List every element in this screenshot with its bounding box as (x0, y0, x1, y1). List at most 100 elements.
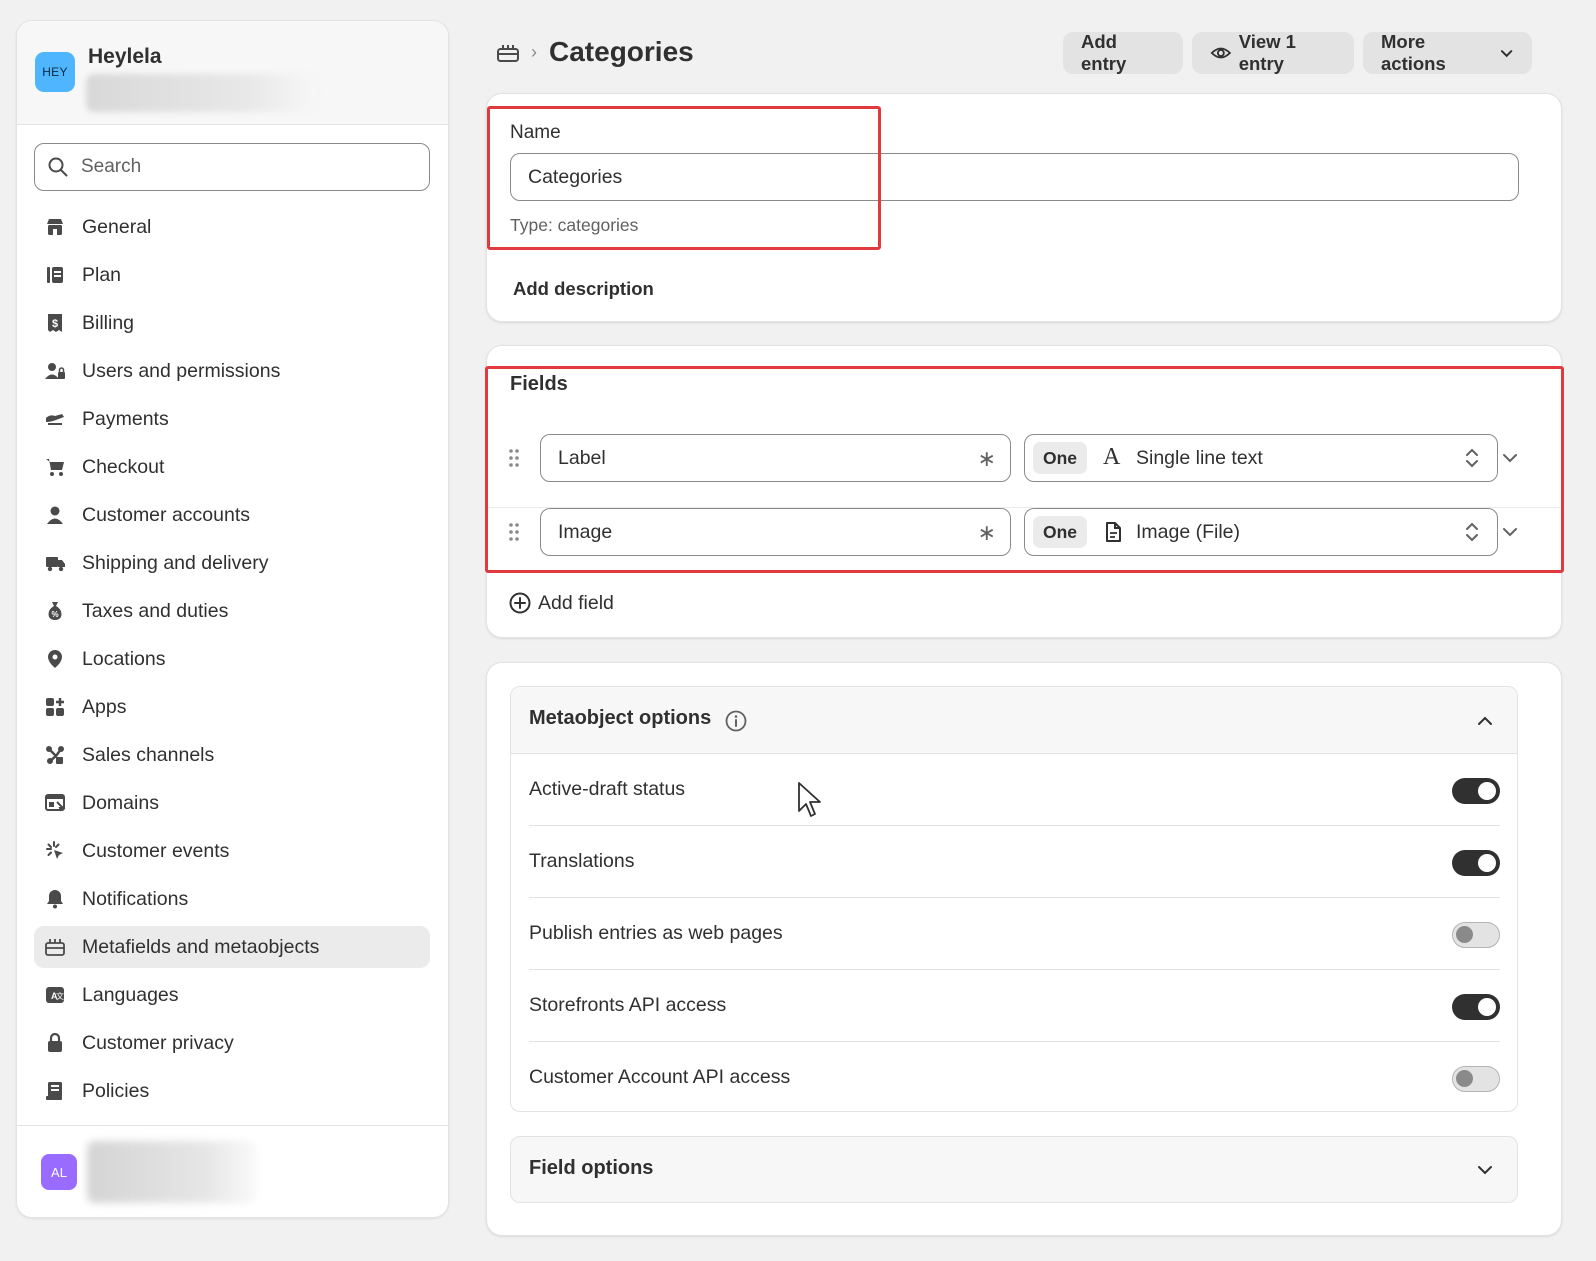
metaobject-options-header[interactable]: Metaobject options (511, 687, 1517, 754)
nav-label: Checkout (82, 455, 165, 478)
more-actions-button[interactable]: More actions (1363, 31, 1532, 74)
chevron-down-icon[interactable] (1476, 1162, 1494, 1178)
nav-item-taxes[interactable]: % Taxes and duties (34, 590, 430, 632)
nav-item-shipping[interactable]: Shipping and delivery (34, 542, 430, 584)
file-icon (1106, 522, 1121, 542)
svg-text:$: $ (52, 318, 58, 330)
field-name-input[interactable]: Image ∗ (540, 508, 1011, 556)
option-label: Customer Account API access (529, 1066, 791, 1088)
text-type-icon: A (1103, 444, 1121, 470)
search-placeholder: Search (81, 156, 142, 177)
drag-handle-icon[interactable] (508, 522, 520, 542)
plus-circle-icon (509, 592, 531, 614)
nav-item-apps[interactable]: Apps (34, 686, 430, 728)
nav-label: General (82, 215, 152, 238)
nav-item-notifications[interactable]: Notifications (34, 878, 430, 920)
option-label: Translations (529, 850, 635, 872)
policies-icon (44, 1080, 66, 1102)
select-arrows-icon (1466, 522, 1478, 542)
user-avatar: AL (41, 1154, 77, 1190)
add-description-button[interactable]: Add description (513, 278, 654, 300)
expand-chevron-icon[interactable] (1501, 524, 1519, 540)
chevron-up-icon[interactable] (1476, 713, 1494, 729)
nav-label: Languages (82, 983, 179, 1006)
nav-label: Locations (82, 647, 166, 670)
nav-item-customer-privacy[interactable]: Customer privacy (34, 1022, 430, 1064)
field-name-input[interactable]: Label ∗ (540, 434, 1011, 482)
field-name-value: Image (558, 520, 613, 543)
nav-label: Sales channels (82, 743, 215, 766)
user-footer[interactable]: AL (17, 1125, 448, 1217)
nav-item-billing[interactable]: $ Billing (34, 302, 430, 344)
field-row: Image ∗ One Image (File) (487, 508, 1563, 572)
nav-item-sales-channels[interactable]: Sales channels (34, 734, 430, 776)
field-type-label: Image (File) (1136, 521, 1241, 543)
publish-web-pages-toggle[interactable] (1452, 922, 1500, 948)
plan-icon (44, 264, 66, 286)
nav-label: Shipping and delivery (82, 551, 269, 574)
events-icon (44, 840, 66, 862)
nav-item-languages[interactable]: A 文 Languages (34, 974, 430, 1016)
option-row: Customer Account API access (529, 1042, 1500, 1111)
store-url-redacted (86, 74, 316, 112)
customer-account-api-toggle[interactable] (1452, 1066, 1500, 1092)
nav-item-locations[interactable]: Locations (34, 638, 430, 680)
nav-item-customer-events[interactable]: Customer events (34, 830, 430, 872)
nav-label: Taxes and duties (82, 599, 229, 622)
nav-label: Customer privacy (82, 1031, 234, 1054)
cardinality-badge: One (1033, 516, 1088, 548)
settings-nav: General Plan $ Billing Users and permissi… (34, 206, 430, 1118)
metaobject-options-panel: Metaobject options Active-draft status T… (510, 686, 1518, 1112)
nav-label: Domains (82, 791, 159, 814)
billing-icon: $ (44, 312, 66, 334)
nav-label: Notifications (82, 887, 189, 910)
add-entry-button[interactable]: Add entry (1063, 31, 1183, 74)
type-text: Type: categories (510, 215, 639, 235)
option-label: Active-draft status (529, 778, 686, 800)
nav-item-metafields[interactable]: Metafields and metaobjects (34, 926, 430, 968)
field-options-title: Field options (529, 1157, 654, 1179)
bell-icon (44, 888, 66, 910)
option-row: Publish entries as web pages (529, 898, 1500, 970)
name-input[interactable]: Categories (510, 153, 1519, 201)
view-entry-button[interactable]: View 1 entry (1192, 31, 1354, 74)
cardinality-badge: One (1033, 442, 1088, 474)
breadcrumb-chevron-icon: › (531, 42, 537, 62)
translations-toggle[interactable] (1452, 850, 1500, 876)
storefront-api-toggle[interactable] (1452, 994, 1500, 1020)
field-options-panel[interactable]: Field options (510, 1136, 1518, 1203)
search-input[interactable]: Search (34, 143, 430, 191)
info-icon[interactable] (724, 709, 748, 733)
nav-label: Billing (82, 311, 135, 334)
nav-item-domains[interactable]: Domains (34, 782, 430, 824)
field-type-select[interactable]: One A Single line text (1024, 434, 1498, 482)
nav-item-users[interactable]: Users and permissions (34, 350, 430, 392)
nav-item-customer-accounts[interactable]: Customer accounts (34, 494, 430, 536)
nav-item-plan[interactable]: Plan (34, 254, 430, 296)
field-type-select[interactable]: One Image (File) (1024, 508, 1498, 556)
metaobject-icon[interactable] (496, 42, 520, 69)
settings-sidebar: HEY Heylela Search General Plan $ Billing… (16, 20, 449, 1218)
nav-item-payments[interactable]: Payments (34, 398, 430, 440)
domains-icon (44, 792, 66, 814)
store-header[interactable]: HEY Heylela (17, 21, 448, 125)
add-field-label: Add field (538, 591, 614, 614)
drag-handle-icon[interactable] (508, 448, 520, 468)
nav-label: Customer events (82, 839, 230, 862)
nav-item-checkout[interactable]: Checkout (34, 446, 430, 488)
chevron-down-icon (1500, 50, 1513, 58)
users-icon (44, 360, 66, 382)
active-draft-toggle[interactable] (1452, 778, 1500, 804)
definition-card: Name Categories Type: categories Add des… (486, 93, 1562, 322)
nav-label: Plan (82, 263, 122, 286)
nav-label: Policies (82, 1079, 150, 1102)
user-name-redacted (87, 1141, 257, 1203)
field-name-value: Label (558, 446, 606, 469)
add-field-button[interactable]: Add field (508, 589, 614, 617)
nav-label: Users and permissions (82, 359, 281, 382)
nav-item-policies[interactable]: Policies (34, 1070, 430, 1112)
nav-item-general[interactable]: General (34, 206, 430, 248)
expand-chevron-icon[interactable] (1501, 450, 1519, 466)
location-icon (44, 648, 66, 670)
channels-icon (44, 744, 66, 766)
